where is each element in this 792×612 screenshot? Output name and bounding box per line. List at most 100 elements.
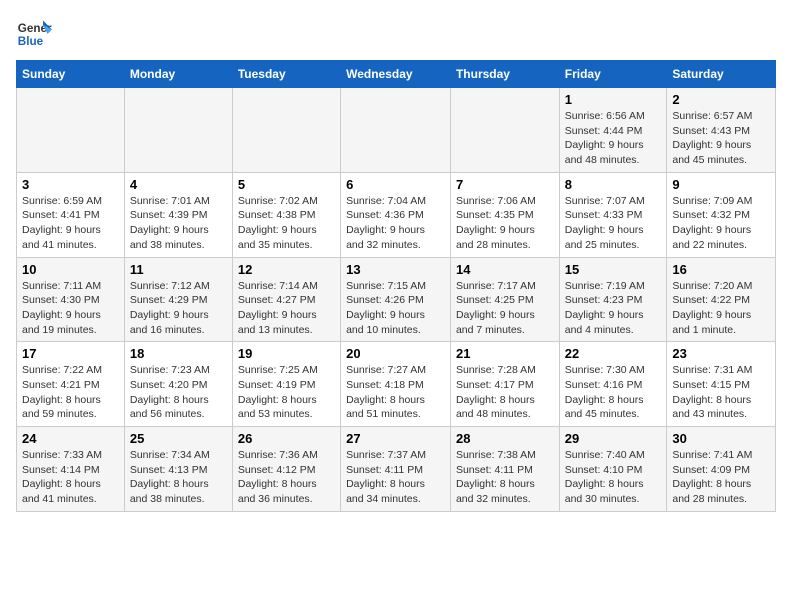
calendar-cell: 13 Sunrise: 7:15 AM Sunset: 4:26 PM Dayli… <box>341 257 451 342</box>
calendar-cell: 10 Sunrise: 7:11 AM Sunset: 4:30 PM Dayli… <box>17 257 125 342</box>
calendar-cell <box>124 88 232 173</box>
calendar-cell: 24 Sunrise: 7:33 AM Sunset: 4:14 PM Dayli… <box>17 427 125 512</box>
logo-icon: General Blue <box>16 16 52 52</box>
calendar-week-4: 17 Sunrise: 7:22 AM Sunset: 4:21 PM Dayli… <box>17 342 776 427</box>
day-detail: Sunrise: 7:37 AM Sunset: 4:11 PM Dayligh… <box>346 448 445 507</box>
day-detail: Sunrise: 7:28 AM Sunset: 4:17 PM Dayligh… <box>456 363 554 422</box>
day-header-sunday: Sunday <box>17 61 125 88</box>
day-detail: Sunrise: 7:22 AM Sunset: 4:21 PM Dayligh… <box>22 363 119 422</box>
day-header-thursday: Thursday <box>450 61 559 88</box>
day-detail: Sunrise: 7:38 AM Sunset: 4:11 PM Dayligh… <box>456 448 554 507</box>
day-number: 18 <box>130 346 227 361</box>
day-detail: Sunrise: 7:07 AM Sunset: 4:33 PM Dayligh… <box>565 194 662 253</box>
calendar-cell: 22 Sunrise: 7:30 AM Sunset: 4:16 PM Dayli… <box>559 342 667 427</box>
day-number: 27 <box>346 431 445 446</box>
logo: General Blue <box>16 16 52 52</box>
day-number: 28 <box>456 431 554 446</box>
day-detail: Sunrise: 6:59 AM Sunset: 4:41 PM Dayligh… <box>22 194 119 253</box>
day-number: 15 <box>565 262 662 277</box>
calendar-cell: 20Sunrise: 7:27 AM Sunset: 4:18 PM Dayli… <box>341 342 451 427</box>
day-detail: Sunrise: 7:14 AM Sunset: 4:27 PM Dayligh… <box>238 279 335 338</box>
page-header: General Blue <box>16 16 776 52</box>
day-header-friday: Friday <box>559 61 667 88</box>
day-number: 5 <box>238 177 335 192</box>
day-header-tuesday: Tuesday <box>232 61 340 88</box>
calendar-cell: 12Sunrise: 7:14 AM Sunset: 4:27 PM Dayli… <box>232 257 340 342</box>
day-detail: Sunrise: 7:09 AM Sunset: 4:32 PM Dayligh… <box>672 194 770 253</box>
day-detail: Sunrise: 7:25 AM Sunset: 4:19 PM Dayligh… <box>238 363 335 422</box>
day-detail: Sunrise: 7:27 AM Sunset: 4:18 PM Dayligh… <box>346 363 445 422</box>
calendar-cell: 30 Sunrise: 7:41 AM Sunset: 4:09 PM Dayli… <box>667 427 776 512</box>
day-number: 9 <box>672 177 770 192</box>
calendar-cell: 21 Sunrise: 7:28 AM Sunset: 4:17 PM Dayli… <box>450 342 559 427</box>
day-detail: Sunrise: 7:40 AM Sunset: 4:10 PM Dayligh… <box>565 448 662 507</box>
day-number: 25 <box>130 431 227 446</box>
calendar-cell: 2 Sunrise: 6:57 AM Sunset: 4:43 PM Daylig… <box>667 88 776 173</box>
day-detail: Sunrise: 7:15 AM Sunset: 4:26 PM Dayligh… <box>346 279 445 338</box>
calendar-cell: 15 Sunrise: 7:19 AM Sunset: 4:23 PM Dayli… <box>559 257 667 342</box>
day-number: 24 <box>22 431 119 446</box>
day-detail: Sunrise: 7:41 AM Sunset: 4:09 PM Dayligh… <box>672 448 770 507</box>
day-number: 30 <box>672 431 770 446</box>
day-detail: Sunrise: 6:56 AM Sunset: 4:44 PM Dayligh… <box>565 109 662 168</box>
day-detail: Sunrise: 7:23 AM Sunset: 4:20 PM Dayligh… <box>130 363 227 422</box>
day-number: 13 <box>346 262 445 277</box>
calendar-body: 1 Sunrise: 6:56 AM Sunset: 4:44 PM Daylig… <box>17 88 776 512</box>
calendar-cell: 29 Sunrise: 7:40 AM Sunset: 4:10 PM Dayli… <box>559 427 667 512</box>
day-header-wednesday: Wednesday <box>341 61 451 88</box>
calendar-cell: 28 Sunrise: 7:38 AM Sunset: 4:11 PM Dayli… <box>450 427 559 512</box>
day-number: 2 <box>672 92 770 107</box>
calendar-cell: 5 Sunrise: 7:02 AM Sunset: 4:38 PM Daylig… <box>232 172 340 257</box>
calendar-cell: 9 Sunrise: 7:09 AM Sunset: 4:32 PM Daylig… <box>667 172 776 257</box>
calendar-cell <box>17 88 125 173</box>
day-number: 26 <box>238 431 335 446</box>
calendar-cell <box>232 88 340 173</box>
day-number: 22 <box>565 346 662 361</box>
day-number: 10 <box>22 262 119 277</box>
calendar-cell: 16 Sunrise: 7:20 AM Sunset: 4:22 PM Dayli… <box>667 257 776 342</box>
day-detail: Sunrise: 7:33 AM Sunset: 4:14 PM Dayligh… <box>22 448 119 507</box>
calendar-week-3: 10 Sunrise: 7:11 AM Sunset: 4:30 PM Dayli… <box>17 257 776 342</box>
day-detail: Sunrise: 7:01 AM Sunset: 4:39 PM Dayligh… <box>130 194 227 253</box>
day-number: 17 <box>22 346 119 361</box>
day-detail: Sunrise: 7:02 AM Sunset: 4:38 PM Dayligh… <box>238 194 335 253</box>
day-detail: Sunrise: 7:30 AM Sunset: 4:16 PM Dayligh… <box>565 363 662 422</box>
calendar-table: SundayMondayTuesdayWednesdayThursdayFrid… <box>16 60 776 512</box>
calendar-cell: 11 Sunrise: 7:12 AM Sunset: 4:29 PM Dayli… <box>124 257 232 342</box>
calendar-cell: 4 Sunrise: 7:01 AM Sunset: 4:39 PM Daylig… <box>124 172 232 257</box>
day-number: 16 <box>672 262 770 277</box>
calendar-cell: 8 Sunrise: 7:07 AM Sunset: 4:33 PM Daylig… <box>559 172 667 257</box>
day-number: 29 <box>565 431 662 446</box>
day-detail: Sunrise: 7:06 AM Sunset: 4:35 PM Dayligh… <box>456 194 554 253</box>
calendar-cell: 3 Sunrise: 6:59 AM Sunset: 4:41 PM Daylig… <box>17 172 125 257</box>
day-detail: Sunrise: 7:12 AM Sunset: 4:29 PM Dayligh… <box>130 279 227 338</box>
day-detail: Sunrise: 7:20 AM Sunset: 4:22 PM Dayligh… <box>672 279 770 338</box>
day-detail: Sunrise: 7:36 AM Sunset: 4:12 PM Dayligh… <box>238 448 335 507</box>
day-detail: Sunrise: 7:17 AM Sunset: 4:25 PM Dayligh… <box>456 279 554 338</box>
day-number: 11 <box>130 262 227 277</box>
day-number: 3 <box>22 177 119 192</box>
day-number: 14 <box>456 262 554 277</box>
day-number: 21 <box>456 346 554 361</box>
day-number: 8 <box>565 177 662 192</box>
day-detail: Sunrise: 7:34 AM Sunset: 4:13 PM Dayligh… <box>130 448 227 507</box>
day-number: 6 <box>346 177 445 192</box>
calendar-cell: 1 Sunrise: 6:56 AM Sunset: 4:44 PM Daylig… <box>559 88 667 173</box>
calendar-cell <box>450 88 559 173</box>
calendar-week-5: 24 Sunrise: 7:33 AM Sunset: 4:14 PM Dayli… <box>17 427 776 512</box>
day-number: 4 <box>130 177 227 192</box>
day-detail: Sunrise: 7:31 AM Sunset: 4:15 PM Dayligh… <box>672 363 770 422</box>
day-detail: Sunrise: 7:11 AM Sunset: 4:30 PM Dayligh… <box>22 279 119 338</box>
calendar-cell: 18 Sunrise: 7:23 AM Sunset: 4:20 PM Dayli… <box>124 342 232 427</box>
calendar-cell: 14 Sunrise: 7:17 AM Sunset: 4:25 PM Dayli… <box>450 257 559 342</box>
calendar-cell: 26 Sunrise: 7:36 AM Sunset: 4:12 PM Dayli… <box>232 427 340 512</box>
day-detail: Sunrise: 6:57 AM Sunset: 4:43 PM Dayligh… <box>672 109 770 168</box>
calendar-cell: 6 Sunrise: 7:04 AM Sunset: 4:36 PM Daylig… <box>341 172 451 257</box>
calendar-header-row: SundayMondayTuesdayWednesdayThursdayFrid… <box>17 61 776 88</box>
day-number: 19 <box>238 346 335 361</box>
day-number: 23 <box>672 346 770 361</box>
calendar-week-1: 1 Sunrise: 6:56 AM Sunset: 4:44 PM Daylig… <box>17 88 776 173</box>
day-detail: Sunrise: 7:04 AM Sunset: 4:36 PM Dayligh… <box>346 194 445 253</box>
day-number: 1 <box>565 92 662 107</box>
day-detail: Sunrise: 7:19 AM Sunset: 4:23 PM Dayligh… <box>565 279 662 338</box>
